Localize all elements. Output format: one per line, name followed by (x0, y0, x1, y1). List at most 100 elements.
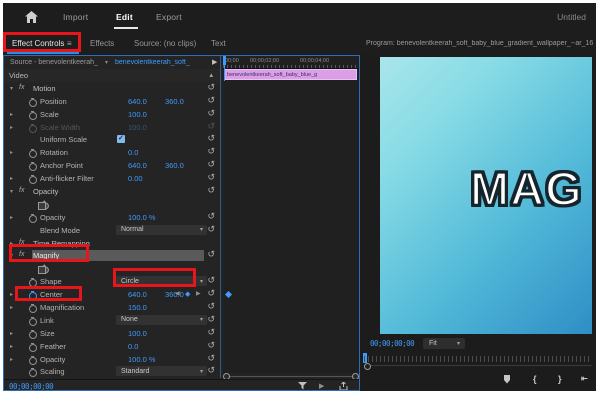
stopwatch-icon[interactable] (29, 150, 37, 158)
effect-name[interactable]: Opacity (33, 187, 58, 196)
playhead-timecode[interactable]: 00;00;00;00 (9, 382, 53, 391)
home-icon[interactable] (25, 11, 38, 23)
program-timecode[interactable]: 00;00;00;00 (370, 339, 414, 348)
expander-icon[interactable]: ▸ (10, 214, 13, 221)
stopwatch-icon[interactable] (29, 125, 37, 133)
filter-properties-icon[interactable] (298, 382, 307, 390)
stopwatch-icon[interactable] (29, 331, 37, 339)
reset-param-icon[interactable]: ↺ (207, 108, 215, 119)
expander-icon[interactable]: ▾ (10, 85, 13, 92)
param-value[interactable]: 640.0 (128, 161, 147, 170)
reset-param-icon[interactable]: ↺ (207, 249, 215, 260)
reset-param-icon[interactable]: ↺ (207, 211, 215, 222)
expander-icon[interactable]: ▸ (10, 149, 13, 156)
expander-icon[interactable]: ▸ (10, 124, 13, 131)
reset-param-icon[interactable]: ↺ (207, 224, 215, 235)
mark-in-icon[interactable]: { (533, 374, 537, 384)
reset-param-icon[interactable]: ↺ (207, 185, 215, 196)
center-keyframe-diamond[interactable] (225, 291, 232, 298)
reset-param-icon[interactable]: ↺ (207, 327, 215, 338)
tab-program-monitor[interactable]: Program: benevolentkeerah_soft_baby_blue… (366, 40, 593, 47)
param-value[interactable]: 0.00 (128, 174, 143, 183)
reset-param-icon[interactable]: ↺ (207, 301, 215, 312)
reset-param-icon[interactable]: ↺ (207, 340, 215, 351)
reset-param-icon[interactable]: ↺ (207, 146, 215, 157)
reset-param-icon[interactable]: ↺ (207, 172, 215, 183)
reset-param-icon[interactable]: ↺ (207, 275, 215, 286)
timeline-playhead[interactable] (223, 56, 226, 65)
param-value[interactable]: 640.0 (128, 290, 147, 299)
timeline-ruler[interactable]: 00;00 00;00;02;00 00;00;04;00 (223, 56, 359, 69)
param-value[interactable]: 0.0 (128, 342, 138, 351)
nav-export[interactable]: Export (156, 12, 182, 22)
param-value[interactable]: 640.0 (128, 97, 147, 106)
param-value[interactable]: 100.0 (128, 110, 147, 119)
sequence-clip-name[interactable]: benevolentkeerah_soft_ (115, 59, 190, 66)
reset-param-icon[interactable]: ↺ (207, 95, 215, 106)
nav-edit[interactable]: Edit (116, 12, 133, 22)
param-dropdown[interactable]: None▾ (116, 315, 207, 325)
play-audio-icon[interactable]: ▶ (319, 382, 324, 390)
add-marker-icon[interactable] (503, 375, 511, 384)
mark-out-icon[interactable]: } (558, 374, 562, 384)
play-icon[interactable]: ▶ (212, 58, 217, 66)
chevron-down-icon[interactable]: ▾ (105, 59, 108, 66)
program-video-preview[interactable]: MAG (380, 57, 592, 334)
stopwatch-icon[interactable] (29, 176, 37, 184)
reset-param-icon[interactable]: ↺ (207, 133, 215, 144)
prev-keyframe-icon[interactable]: ◀ (175, 290, 180, 297)
expander-icon[interactable]: ▾ (10, 188, 13, 195)
param-value[interactable]: 360.0 (165, 97, 184, 106)
program-ruler[interactable] (364, 356, 592, 362)
tab-source[interactable]: Source: (no clips) (134, 39, 196, 48)
effect-name[interactable]: Motion (33, 84, 56, 93)
rect-mask-icon[interactable] (38, 202, 46, 210)
checkbox[interactable]: ✓ (117, 135, 125, 143)
expander-icon[interactable]: ▸ (10, 175, 13, 182)
zoom-level-dropdown[interactable]: Fit ▾ (423, 338, 465, 349)
reset-param-icon[interactable]: ↺ (207, 288, 215, 299)
reset-param-icon[interactable]: ↺ (207, 121, 215, 132)
reset-param-icon[interactable]: ↺ (207, 353, 215, 364)
param-value[interactable]: 360.0 (165, 161, 184, 170)
program-scroll-handle[interactable] (364, 363, 371, 370)
stopwatch-icon[interactable] (29, 369, 37, 377)
rect-mask-icon[interactable] (38, 266, 46, 274)
next-keyframe-icon[interactable]: ▶ (196, 290, 201, 297)
param-value[interactable]: 150.0 (128, 303, 147, 312)
expander-icon[interactable]: ▸ (10, 356, 13, 363)
tab-effects[interactable]: Effects (90, 39, 114, 48)
collapse-section-icon[interactable]: ▴ (209, 71, 213, 79)
export-icon[interactable] (339, 382, 348, 391)
param-dropdown[interactable]: Standard▾ (116, 366, 207, 376)
expander-icon[interactable]: ▸ (10, 330, 13, 337)
go-to-in-icon[interactable]: ⇤ (581, 374, 587, 383)
stopwatch-icon[interactable] (29, 99, 37, 107)
stopwatch-icon[interactable] (29, 305, 37, 313)
stopwatch-icon[interactable] (29, 163, 37, 171)
param-value[interactable]: 100.0 (128, 123, 147, 132)
expander-icon[interactable]: ▸ (10, 343, 13, 350)
param-value[interactable]: 100.0 % (128, 213, 156, 222)
stopwatch-icon[interactable] (29, 318, 37, 326)
reset-param-icon[interactable]: ↺ (207, 365, 215, 376)
stopwatch-icon[interactable] (29, 344, 37, 352)
stopwatch-icon[interactable] (29, 215, 37, 223)
reset-param-icon[interactable]: ↺ (207, 159, 215, 170)
expander-icon[interactable]: ▸ (10, 111, 13, 118)
param-value[interactable]: 100.0 % (128, 355, 156, 364)
timeline-clip-bar[interactable]: benevolentkeerah_soft_baby_blue_g (224, 69, 357, 80)
tab-text[interactable]: Text (211, 39, 226, 48)
expander-icon[interactable]: ▸ (10, 291, 13, 298)
reset-param-icon[interactable]: ↺ (207, 314, 215, 325)
stopwatch-icon[interactable] (29, 357, 37, 365)
expander-icon[interactable]: ▸ (10, 304, 13, 311)
param-value[interactable]: 0.0 (128, 148, 138, 157)
param-dropdown[interactable]: Normal▾ (116, 225, 207, 235)
add-keyframe-icon[interactable]: ◆ (185, 290, 190, 298)
effect-controls-timeline[interactable]: 00;00 00;00;02;00 00;00;04;00 benevolent… (223, 56, 359, 373)
param-value[interactable]: 100.0 (128, 329, 147, 338)
reset-param-icon[interactable]: ↺ (207, 82, 215, 93)
stopwatch-icon[interactable] (29, 112, 37, 120)
nav-import[interactable]: Import (63, 12, 88, 22)
